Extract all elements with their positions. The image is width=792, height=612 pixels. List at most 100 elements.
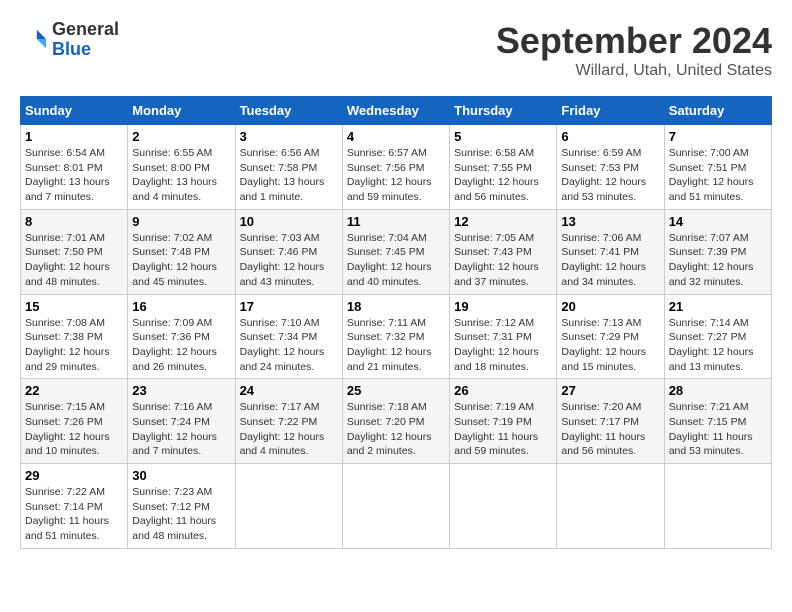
calendar-week-row: 29 Sunrise: 7:22 AMSunset: 7:14 PMDayligh… <box>21 464 772 549</box>
calendar-cell: 10Sunrise: 7:03 AMSunset: 7:46 PMDayligh… <box>235 209 342 294</box>
day-info: Sunrise: 7:13 AMSunset: 7:29 PMDaylight:… <box>561 316 659 375</box>
day-info: Sunrise: 6:55 AMSunset: 8:00 PMDaylight:… <box>132 146 230 205</box>
calendar-cell: 23Sunrise: 7:16 AMSunset: 7:24 PMDayligh… <box>128 379 235 464</box>
day-number: 1 <box>25 129 123 144</box>
day-number: 6 <box>561 129 659 144</box>
calendar-cell: 11 Sunrise: 7:04 AMSunset: 7:45 PMDayligh… <box>342 209 449 294</box>
calendar-cell: 22 Sunrise: 7:15 AMSunset: 7:26 PMDayligh… <box>21 379 128 464</box>
header: General Blue September 2024 Willard, Uta… <box>20 20 772 80</box>
day-number: 21 <box>669 299 767 314</box>
logo: General Blue <box>20 20 119 60</box>
calendar-cell: 28 Sunrise: 7:21 AMSunset: 7:15 PMDayligh… <box>664 379 771 464</box>
day-number: 19 <box>454 299 552 314</box>
logo-icon <box>20 26 48 54</box>
day-number: 15 <box>25 299 123 314</box>
day-number: 17 <box>240 299 338 314</box>
day-info: Sunrise: 7:12 AMSunset: 7:31 PMDaylight:… <box>454 316 552 375</box>
title-section: September 2024 Willard, Utah, United Sta… <box>496 20 772 80</box>
calendar-cell: 3Sunrise: 6:56 AMSunset: 7:58 PMDaylight… <box>235 125 342 210</box>
calendar-cell: 13 Sunrise: 7:06 AMSunset: 7:41 PMDayligh… <box>557 209 664 294</box>
day-number: 25 <box>347 383 445 398</box>
month-title: September 2024 <box>496 20 772 62</box>
calendar-cell: 27 Sunrise: 7:20 AMSunset: 7:17 PMDayligh… <box>557 379 664 464</box>
day-number: 14 <box>669 214 767 229</box>
day-info: Sunrise: 7:23 AMSunset: 7:12 PMDaylight:… <box>132 485 230 544</box>
day-info: Sunrise: 7:22 AMSunset: 7:14 PMDaylight:… <box>25 485 123 544</box>
calendar-cell: 21 Sunrise: 7:14 AMSunset: 7:27 PMDayligh… <box>664 294 771 379</box>
calendar-cell: 8 Sunrise: 7:01 AMSunset: 7:50 PMDaylight… <box>21 209 128 294</box>
day-info: Sunrise: 7:01 AMSunset: 7:50 PMDaylight:… <box>25 231 123 290</box>
calendar-cell: 29 Sunrise: 7:22 AMSunset: 7:14 PMDayligh… <box>21 464 128 549</box>
calendar-cell <box>342 464 449 549</box>
calendar-cell: 16Sunrise: 7:09 AMSunset: 7:36 PMDayligh… <box>128 294 235 379</box>
calendar-cell: 2Sunrise: 6:55 AMSunset: 8:00 PMDaylight… <box>128 125 235 210</box>
calendar-cell: 20 Sunrise: 7:13 AMSunset: 7:29 PMDayligh… <box>557 294 664 379</box>
calendar-header-cell: Saturday <box>664 97 771 125</box>
day-number: 8 <box>25 214 123 229</box>
day-number: 7 <box>669 129 767 144</box>
day-number: 13 <box>561 214 659 229</box>
calendar-cell: 12 Sunrise: 7:05 AMSunset: 7:43 PMDayligh… <box>450 209 557 294</box>
day-info: Sunrise: 6:58 AMSunset: 7:55 PMDaylight:… <box>454 146 552 205</box>
day-number: 5 <box>454 129 552 144</box>
day-info: Sunrise: 7:02 AMSunset: 7:48 PMDaylight:… <box>132 231 230 290</box>
day-info: Sunrise: 7:07 AMSunset: 7:39 PMDaylight:… <box>669 231 767 290</box>
day-number: 28 <box>669 383 767 398</box>
day-number: 22 <box>25 383 123 398</box>
calendar-table: SundayMondayTuesdayWednesdayThursdayFrid… <box>20 96 772 549</box>
calendar-week-row: 1Sunrise: 6:54 AMSunset: 8:01 PMDaylight… <box>21 125 772 210</box>
calendar-header-cell: Monday <box>128 97 235 125</box>
day-info: Sunrise: 7:19 AMSunset: 7:19 PMDaylight:… <box>454 400 552 459</box>
logo-line2: Blue <box>52 40 119 60</box>
calendar-cell: 24 Sunrise: 7:17 AMSunset: 7:22 PMDayligh… <box>235 379 342 464</box>
day-number: 16 <box>132 299 230 314</box>
day-number: 9 <box>132 214 230 229</box>
day-info: Sunrise: 6:56 AMSunset: 7:58 PMDaylight:… <box>240 146 338 205</box>
day-number: 12 <box>454 214 552 229</box>
calendar-cell: 25 Sunrise: 7:18 AMSunset: 7:20 PMDayligh… <box>342 379 449 464</box>
calendar-cell: 9 Sunrise: 7:02 AMSunset: 7:48 PMDaylight… <box>128 209 235 294</box>
day-info: Sunrise: 7:14 AMSunset: 7:27 PMDaylight:… <box>669 316 767 375</box>
day-info: Sunrise: 7:15 AMSunset: 7:26 PMDaylight:… <box>25 400 123 459</box>
calendar-cell <box>664 464 771 549</box>
calendar-header-cell: Thursday <box>450 97 557 125</box>
calendar-cell: 1Sunrise: 6:54 AMSunset: 8:01 PMDaylight… <box>21 125 128 210</box>
day-info: Sunrise: 7:21 AMSunset: 7:15 PMDaylight:… <box>669 400 767 459</box>
calendar-cell <box>235 464 342 549</box>
calendar-cell: 19 Sunrise: 7:12 AMSunset: 7:31 PMDayligh… <box>450 294 557 379</box>
day-info: Sunrise: 7:04 AMSunset: 7:45 PMDaylight:… <box>347 231 445 290</box>
day-info: Sunrise: 7:18 AMSunset: 7:20 PMDaylight:… <box>347 400 445 459</box>
day-info: Sunrise: 7:05 AMSunset: 7:43 PMDaylight:… <box>454 231 552 290</box>
day-info: Sunrise: 7:08 AMSunset: 7:38 PMDaylight:… <box>25 316 123 375</box>
calendar-cell: 15 Sunrise: 7:08 AMSunset: 7:38 PMDayligh… <box>21 294 128 379</box>
day-info: Sunrise: 7:06 AMSunset: 7:41 PMDaylight:… <box>561 231 659 290</box>
calendar-cell: 17 Sunrise: 7:10 AMSunset: 7:34 PMDayligh… <box>235 294 342 379</box>
calendar-body: 1Sunrise: 6:54 AMSunset: 8:01 PMDaylight… <box>21 125 772 549</box>
day-number: 11 <box>347 214 445 229</box>
calendar-header-cell: Friday <box>557 97 664 125</box>
calendar-header-cell: Sunday <box>21 97 128 125</box>
day-number: 23 <box>132 383 230 398</box>
calendar-cell: 26 Sunrise: 7:19 AMSunset: 7:19 PMDayligh… <box>450 379 557 464</box>
calendar-header-cell: Wednesday <box>342 97 449 125</box>
calendar-week-row: 22 Sunrise: 7:15 AMSunset: 7:26 PMDayligh… <box>21 379 772 464</box>
calendar-header-cell: Tuesday <box>235 97 342 125</box>
day-info: Sunrise: 7:20 AMSunset: 7:17 PMDaylight:… <box>561 400 659 459</box>
day-number: 20 <box>561 299 659 314</box>
day-info: Sunrise: 7:17 AMSunset: 7:22 PMDaylight:… <box>240 400 338 459</box>
calendar-cell: 30Sunrise: 7:23 AMSunset: 7:12 PMDayligh… <box>128 464 235 549</box>
day-number: 26 <box>454 383 552 398</box>
calendar-week-row: 8 Sunrise: 7:01 AMSunset: 7:50 PMDaylight… <box>21 209 772 294</box>
day-number: 4 <box>347 129 445 144</box>
calendar-header-row: SundayMondayTuesdayWednesdayThursdayFrid… <box>21 97 772 125</box>
day-number: 29 <box>25 468 123 483</box>
day-number: 18 <box>347 299 445 314</box>
day-info: Sunrise: 7:10 AMSunset: 7:34 PMDaylight:… <box>240 316 338 375</box>
day-number: 27 <box>561 383 659 398</box>
day-info: Sunrise: 6:57 AMSunset: 7:56 PMDaylight:… <box>347 146 445 205</box>
day-info: Sunrise: 7:03 AMSunset: 7:46 PMDaylight:… <box>240 231 338 290</box>
calendar-cell: 14 Sunrise: 7:07 AMSunset: 7:39 PMDayligh… <box>664 209 771 294</box>
day-number: 24 <box>240 383 338 398</box>
calendar-cell: 5 Sunrise: 6:58 AMSunset: 7:55 PMDaylight… <box>450 125 557 210</box>
calendar-cell: 7Sunrise: 7:00 AMSunset: 7:51 PMDaylight… <box>664 125 771 210</box>
